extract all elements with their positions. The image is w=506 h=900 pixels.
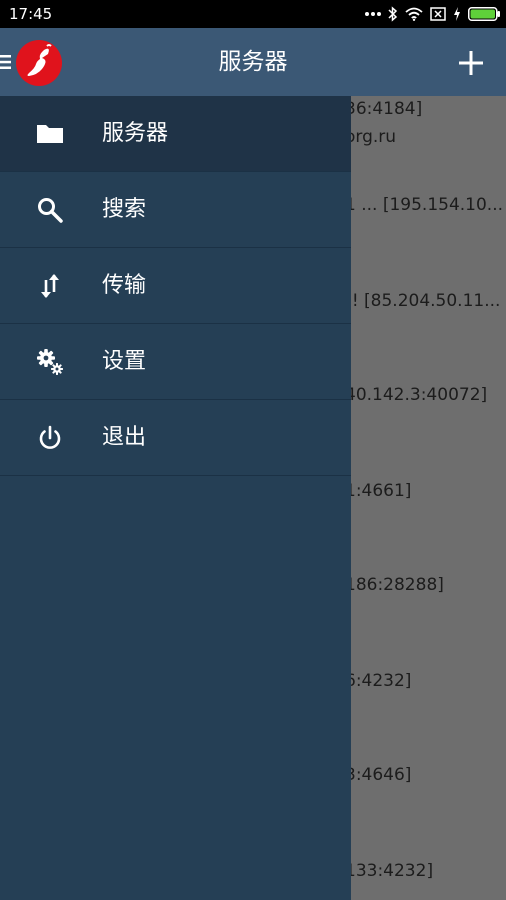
drawer-item-label: 设置 (102, 349, 147, 374)
page-title: 服务器 (218, 49, 288, 75)
charging-icon (454, 7, 460, 21)
bluetooth-icon (388, 6, 398, 22)
drawer-item-label: 传输 (102, 273, 147, 298)
server-entry[interactable]: !! [85.204.50.11... (345, 290, 500, 312)
drawer-item-servers[interactable]: 服务器 (0, 96, 351, 172)
more-dots-icon (365, 12, 381, 16)
no-sim-icon (430, 7, 446, 21)
server-entry[interactable]: 36:4184] (345, 98, 422, 120)
drawer-item-transfers[interactable]: 传输 (0, 248, 351, 324)
gears-icon (37, 349, 63, 375)
server-entry[interactable]: 1 ... [195.154.10... (345, 194, 503, 216)
navigation-drawer: 服务器 搜索 传输 设置 退出 (0, 96, 351, 900)
server-entry[interactable]: 40.142.3:40072] (345, 384, 487, 406)
drawer-item-label: 搜索 (102, 197, 147, 222)
server-entry[interactable]: 6:4232] (345, 670, 411, 692)
drawer-item-search[interactable]: 搜索 (0, 172, 351, 248)
server-entry[interactable]: 1:4661] (345, 480, 411, 502)
add-server-button[interactable] (458, 50, 484, 76)
drawer-item-label: 服务器 (102, 121, 169, 146)
power-icon (39, 425, 61, 449)
folder-icon (37, 125, 63, 143)
drawer-item-settings[interactable]: 设置 (0, 324, 351, 400)
battery-icon (468, 7, 500, 21)
wifi-icon (405, 7, 423, 21)
status-time: 17:45 (9, 5, 53, 23)
app-bar: 服务器 (0, 28, 506, 96)
status-icons (365, 4, 500, 24)
server-entry[interactable]: 3:4646] (345, 764, 411, 786)
search-icon (38, 198, 63, 223)
status-bar: 17:45 (0, 0, 506, 28)
drawer-item-label: 退出 (102, 425, 147, 450)
server-entry[interactable]: 133:4232] (345, 860, 433, 882)
server-entry[interactable]: 186:28288] (345, 574, 444, 596)
screen: 17:45 服务器 36:4184] org.ru 1 ... [195.154… (0, 0, 506, 900)
server-entry[interactable]: org.ru (345, 126, 396, 148)
drawer-item-exit[interactable]: 退出 (0, 400, 351, 476)
transfer-arrows-icon (41, 274, 59, 298)
